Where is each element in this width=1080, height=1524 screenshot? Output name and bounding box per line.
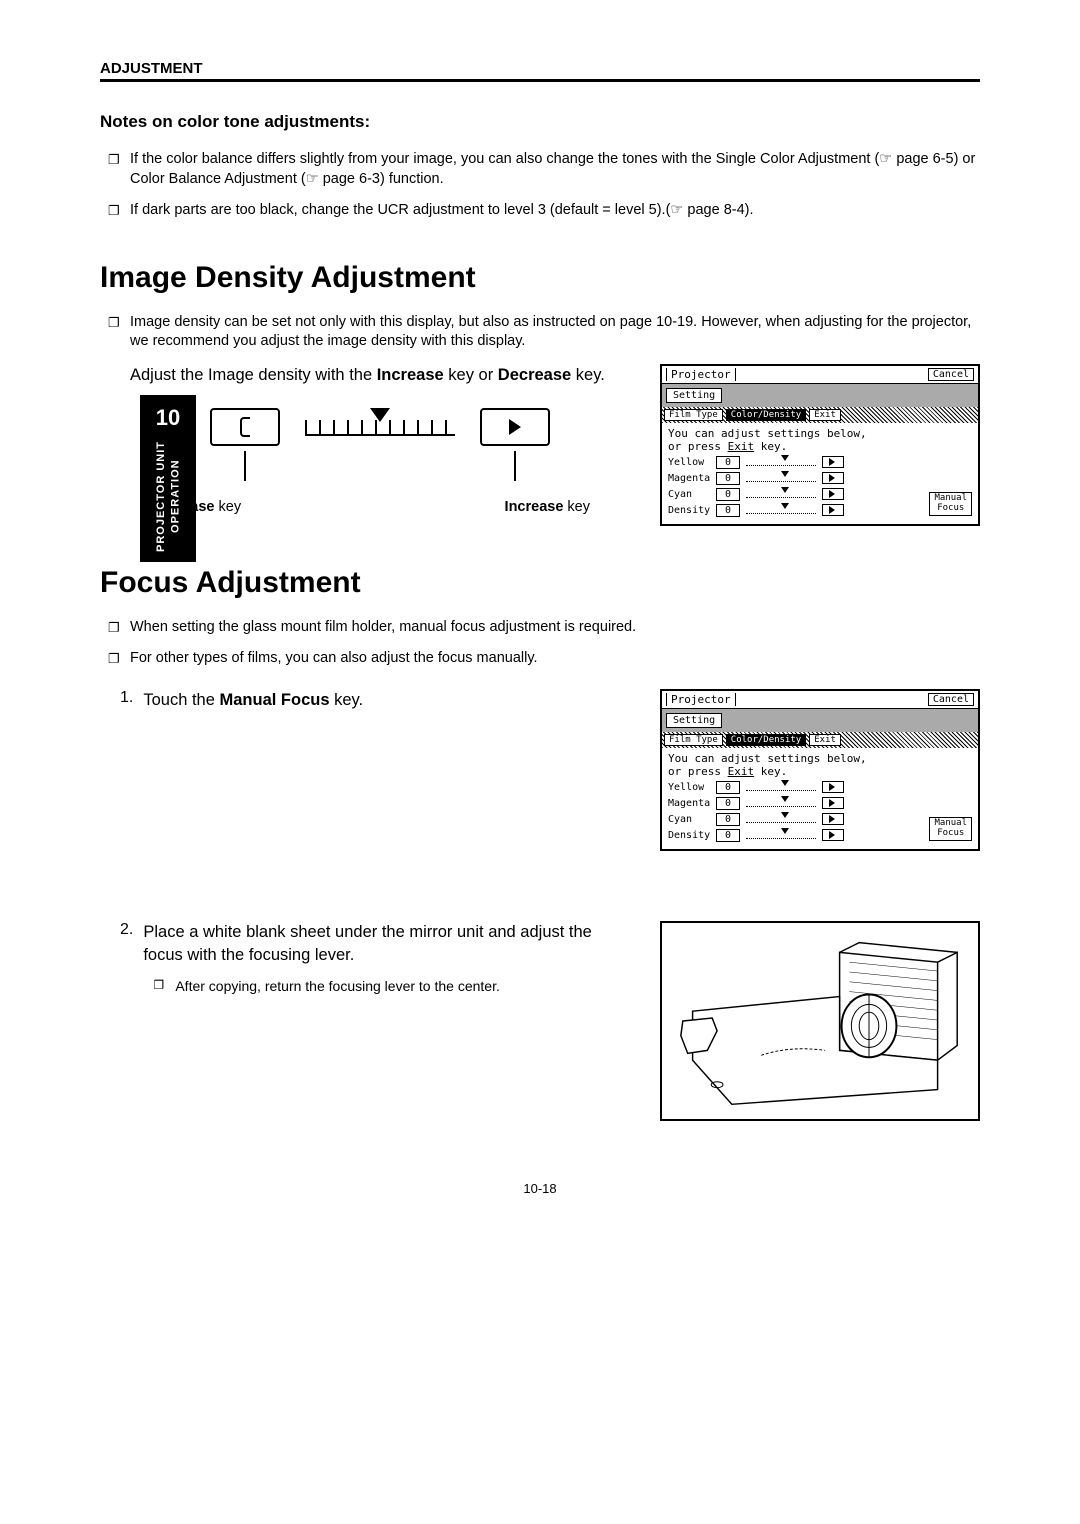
page-number: 10-18 [100, 1181, 980, 1196]
density-bullets: Image density can be set not only with t… [100, 313, 980, 352]
key-diagram [130, 408, 630, 481]
focus-bullets: When setting the glass mount film holder… [100, 618, 980, 669]
slider[interactable] [746, 474, 816, 482]
slider-ticks [305, 422, 455, 436]
row-value: 0 [716, 504, 740, 517]
screenshot-text: You can adjust settings below, [668, 427, 972, 440]
row-label: Yellow [668, 457, 710, 468]
projector-screenshot-2: Projector Cancel Setting Film Type Color… [660, 689, 980, 851]
tab-colordensity[interactable]: Color/Density [726, 409, 806, 421]
window-title: Projector [666, 368, 736, 381]
step-1: 1. Touch the Manual Focus key. [120, 689, 630, 712]
chapter-number: 10 [140, 405, 196, 431]
projector-screenshot-1: Projector Cancel Setting Film Type Color… [660, 364, 980, 526]
slider[interactable] [746, 490, 816, 498]
row-value: 0 [716, 456, 740, 469]
increase-button[interactable] [822, 797, 844, 809]
slider[interactable] [746, 799, 816, 807]
note-item: If the color balance differs slightly fr… [108, 150, 980, 189]
section-title-focus: Focus Adjustment [100, 566, 980, 600]
row-value: 0 [716, 781, 740, 794]
row-value: 0 [716, 829, 740, 842]
row-label: Cyan [668, 814, 710, 825]
notes-list: If the color balance differs slightly fr… [100, 150, 980, 221]
window-title: Projector [666, 693, 736, 706]
cancel-button[interactable]: Cancel [928, 693, 974, 706]
screenshot-text: or press Exit key. [668, 440, 972, 453]
tab-colordensity[interactable]: Color/Density [726, 734, 806, 746]
row-label: Density [668, 830, 710, 841]
increase-button[interactable] [822, 781, 844, 793]
setting-tab[interactable]: Setting [666, 388, 722, 403]
row-value: 0 [716, 797, 740, 810]
light-icon [240, 417, 250, 437]
manual-focus-button[interactable]: ManualFocus [929, 492, 972, 516]
increase-button[interactable] [822, 813, 844, 825]
screenshot-text: or press Exit key. [668, 765, 972, 778]
density-bullet: Image density can be set not only with t… [108, 313, 980, 352]
focus-bullet: For other types of films, you can also a… [108, 649, 980, 669]
row-label: Magenta [668, 798, 710, 809]
increase-button[interactable] [822, 456, 844, 468]
slider[interactable] [746, 831, 816, 839]
increase-button[interactable] [822, 504, 844, 516]
increase-button[interactable] [822, 829, 844, 841]
tab-exit[interactable]: Exit [809, 409, 841, 421]
row-value: 0 [716, 813, 740, 826]
row-value: 0 [716, 472, 740, 485]
notes-title: Notes on color tone adjustments: [100, 112, 980, 132]
row-label: Cyan [668, 489, 710, 500]
cancel-button[interactable]: Cancel [928, 368, 974, 381]
increase-key-icon [480, 408, 550, 446]
slider[interactable] [746, 815, 816, 823]
step-2-sub: After copying, return the focusing lever… [153, 977, 630, 996]
row-label: Yellow [668, 782, 710, 793]
increase-label: Increase key [505, 499, 590, 515]
projector-illustration [660, 921, 980, 1121]
sidebar-tab: 10 PROJECTOR UNITOPERATION [140, 395, 196, 562]
setting-tab[interactable]: Setting [666, 713, 722, 728]
manual-focus-button[interactable]: ManualFocus [929, 817, 972, 841]
slider[interactable] [746, 506, 816, 514]
chapter-label: PROJECTOR UNITOPERATION [154, 441, 183, 552]
increase-button[interactable] [822, 472, 844, 484]
row-label: Density [668, 505, 710, 516]
tab-filmtype[interactable]: Film Type [664, 409, 723, 421]
note-item: If dark parts are too black, change the … [108, 201, 980, 221]
density-instruction: Adjust the Image density with the Increa… [100, 364, 630, 388]
decrease-key-icon [210, 408, 280, 446]
step-2: 2. Place a white blank sheet under the m… [120, 921, 630, 996]
increase-button[interactable] [822, 488, 844, 500]
slider[interactable] [746, 458, 816, 466]
step-2-text: Place a white blank sheet under the mirr… [143, 923, 592, 964]
tab-filmtype[interactable]: Film Type [664, 734, 723, 746]
step-number: 2. [120, 921, 133, 996]
tab-exit[interactable]: Exit [809, 734, 841, 746]
dark-icon [509, 419, 521, 435]
focus-bullet: When setting the glass mount film holder… [108, 618, 980, 638]
step-number: 1. [120, 689, 133, 712]
section-title-density: Image Density Adjustment [100, 261, 980, 295]
row-value: 0 [716, 488, 740, 501]
row-label: Magenta [668, 473, 710, 484]
section-header: ADJUSTMENT [100, 60, 980, 82]
slider[interactable] [746, 783, 816, 791]
screenshot-text: You can adjust settings below, [668, 752, 972, 765]
